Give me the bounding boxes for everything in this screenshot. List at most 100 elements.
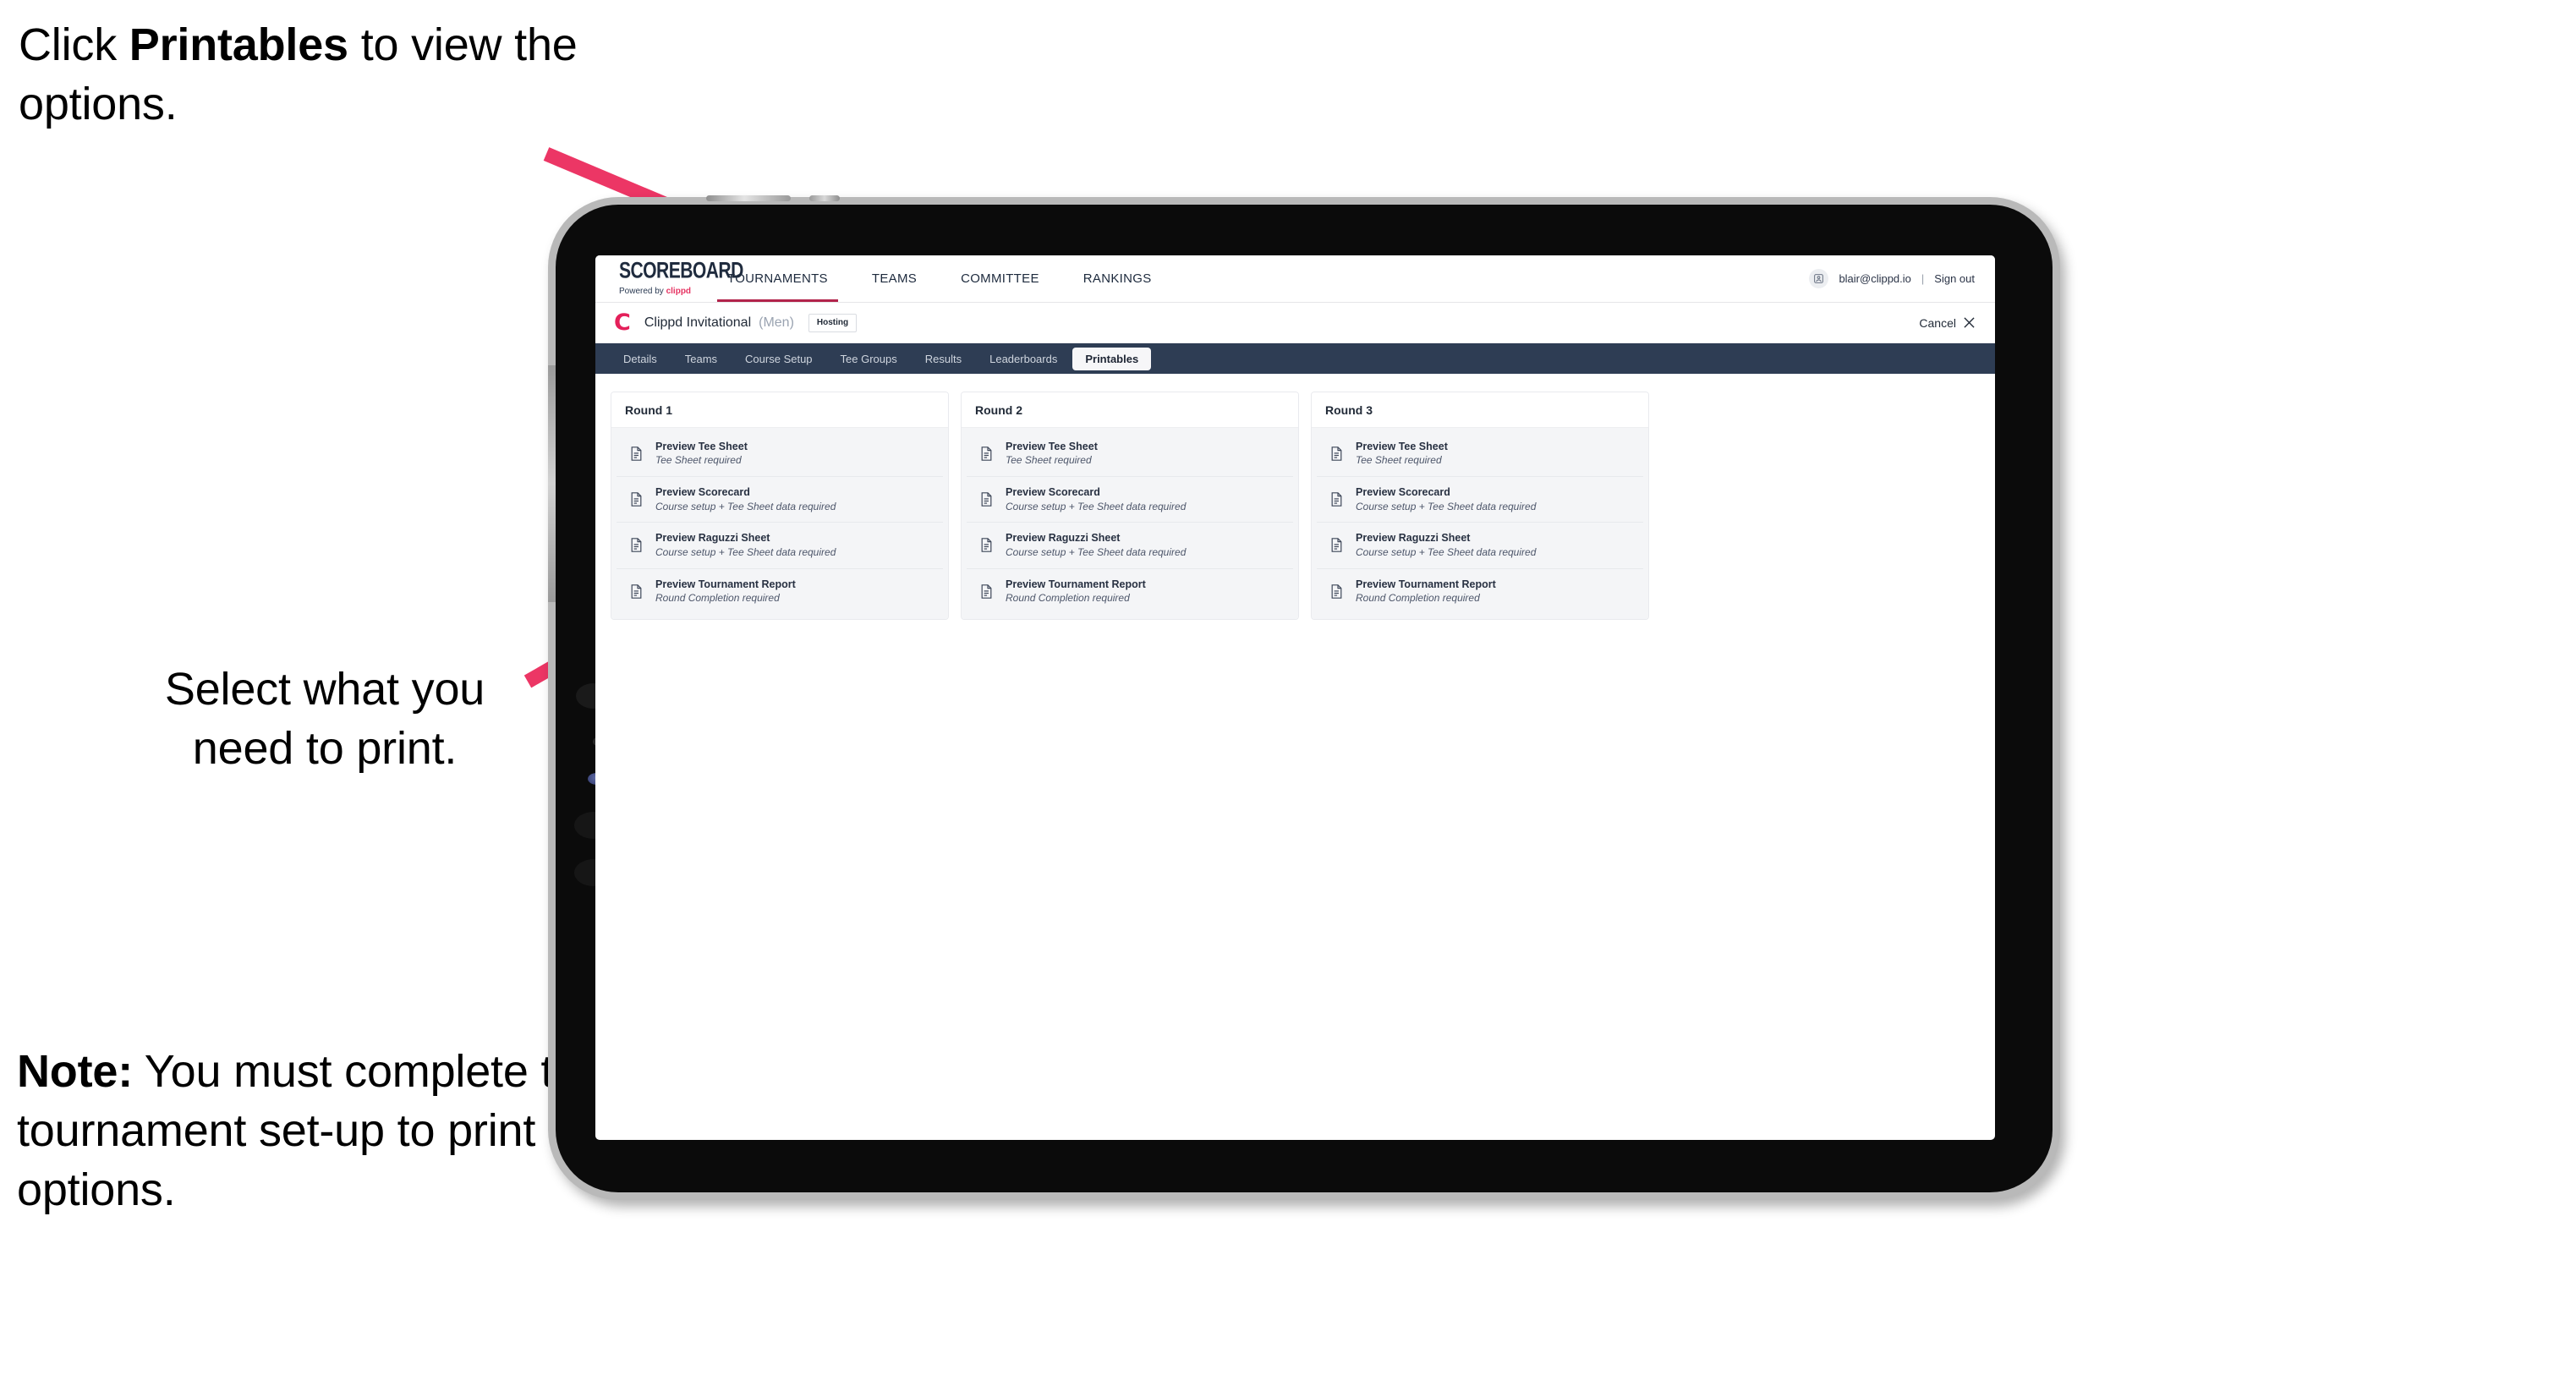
printable-requirement: Course setup + Tee Sheet data required [1356, 545, 1537, 558]
tab-printables[interactable]: Printables [1072, 347, 1152, 370]
printable-item-scorecard[interactable]: Preview Scorecard Course setup + Tee She… [617, 477, 943, 523]
printable-title: Preview Tournament Report [655, 578, 796, 590]
tab-leaderboards[interactable]: Leaderboards [977, 348, 1070, 370]
topnav-label: TOURNAMENTS [727, 271, 828, 286]
printable-title: Preview Raguzzi Sheet [1356, 532, 1471, 545]
printable-item-tournament-report[interactable]: Preview Tournament Report Round Completi… [1317, 568, 1643, 614]
printable-title: Preview Scorecard [1006, 486, 1100, 499]
user-avatar-icon[interactable] [1809, 269, 1829, 288]
printable-requirement: Round Completion required [655, 591, 780, 604]
printables-content: Round 1 Preview Tee Sheet Tee Sheet requ… [595, 374, 1995, 620]
powered-by-prefix: Powered by [619, 287, 666, 296]
document-icon [1331, 538, 1342, 553]
topnav-item-committee[interactable]: COMMITTEE [939, 255, 1061, 302]
topnav-label: RANKINGS [1082, 271, 1152, 286]
printable-item-tournament-report[interactable]: Preview Tournament Report Round Completi… [967, 568, 1293, 614]
document-icon [1331, 446, 1342, 461]
topnav-item-tournaments[interactable]: TOURNAMENTS [705, 255, 850, 302]
tournament-name: Clippd Invitational [644, 315, 752, 330]
tablet-device: SCOREBOARD Powered by clippd TOURNAMENTS… [548, 195, 2060, 1200]
printable-title: Preview Scorecard [1356, 486, 1450, 499]
printable-requirement: Round Completion required [1006, 591, 1130, 604]
printable-title: Preview Tournament Report [1356, 578, 1496, 590]
annotation-mid-line1: Select what you [164, 664, 485, 715]
round-title: Round 2 [962, 392, 1298, 428]
topnav-label: COMMITTEE [961, 271, 1039, 286]
topnav-label: TEAMS [871, 271, 918, 286]
document-icon [981, 446, 992, 461]
printable-item-raguzzi-sheet[interactable]: Preview Raguzzi Sheet Course setup + Tee… [967, 523, 1293, 569]
app-screen: SCOREBOARD Powered by clippd TOURNAMENTS… [595, 255, 1995, 1140]
device-top-speaker-slot [706, 195, 791, 201]
clippd-c-logo-icon: C [614, 310, 631, 336]
printable-title: Preview Tee Sheet [1356, 441, 1448, 452]
tab-results[interactable]: Results [913, 348, 974, 370]
printable-title: Preview Scorecard [655, 486, 750, 499]
tab-teams[interactable]: Teams [672, 348, 730, 370]
scoreboard-wordmark: SCOREBOARD [619, 257, 743, 283]
annotation-click-printables: Click Printables to view the options. [19, 15, 628, 134]
printable-item-scorecard[interactable]: Preview Scorecard Course setup + Tee She… [1317, 477, 1643, 523]
round-items: Preview Tee Sheet Tee Sheet required Pre… [962, 428, 1298, 619]
printable-title: Preview Raguzzi Sheet [1006, 532, 1121, 545]
printable-requirement: Course setup + Tee Sheet data required [1006, 500, 1187, 512]
tournament-gender-label: (Men) [759, 315, 794, 330]
annotation-note-bold: Note: [17, 1046, 133, 1097]
printable-item-tee-sheet[interactable]: Preview Tee Sheet Tee Sheet required [1317, 431, 1643, 478]
sign-out-link[interactable]: Sign out [1934, 272, 1975, 285]
round-card: Round 3 Preview Tee Sheet Tee Sheet requ… [1311, 392, 1649, 620]
round-items: Preview Tee Sheet Tee Sheet required Pre… [611, 428, 948, 619]
cancel-button[interactable]: Cancel [1919, 316, 1975, 330]
round-card: Round 2 Preview Tee Sheet Tee Sheet requ… [961, 392, 1299, 620]
printable-requirement: Course setup + Tee Sheet data required [1356, 500, 1537, 512]
printable-requirement: Course setup + Tee Sheet data required [1006, 545, 1187, 558]
printable-title: Preview Tee Sheet [655, 441, 748, 452]
user-email-label: blair@clippd.io [1839, 272, 1911, 285]
printable-item-tee-sheet[interactable]: Preview Tee Sheet Tee Sheet required [617, 431, 943, 478]
device-left-rail [548, 365, 556, 602]
status-badge: Hosting [808, 313, 858, 332]
top-navigation-bar: SCOREBOARD Powered by clippd TOURNAMENTS… [595, 255, 1995, 303]
document-icon [981, 492, 992, 507]
topnav-item-teams[interactable]: TEAMS [850, 255, 939, 302]
clippd-brand-text: clippd [666, 287, 692, 296]
document-icon [631, 446, 642, 461]
powered-by-label: Powered by clippd [619, 287, 705, 296]
close-icon [1964, 317, 1975, 328]
cancel-label: Cancel [1919, 315, 1956, 330]
document-icon [981, 583, 992, 599]
topnav-item-rankings[interactable]: RANKINGS [1061, 255, 1174, 302]
printable-requirement: Round Completion required [1356, 591, 1480, 604]
printable-title: Preview Raguzzi Sheet [655, 532, 770, 545]
printable-item-tournament-report[interactable]: Preview Tournament Report Round Completi… [617, 568, 943, 614]
printable-title: Preview Tee Sheet [1006, 441, 1098, 452]
round-card: Round 1 Preview Tee Sheet Tee Sheet requ… [611, 392, 949, 620]
top-nav-items: TOURNAMENTS TEAMS COMMITTEE RANKINGS [705, 255, 1174, 302]
printable-item-raguzzi-sheet[interactable]: Preview Raguzzi Sheet Course setup + Tee… [617, 523, 943, 569]
printable-item-tee-sheet[interactable]: Preview Tee Sheet Tee Sheet required [967, 431, 1293, 478]
round-items: Preview Tee Sheet Tee Sheet required Pre… [1312, 428, 1648, 619]
tab-course-setup[interactable]: Course Setup [732, 348, 825, 370]
tab-tee-groups[interactable]: Tee Groups [828, 348, 910, 370]
round-title: Round 1 [611, 392, 948, 428]
tournament-header-bar: C Clippd Invitational (Men) Hosting Canc… [595, 303, 1995, 343]
annotation-select-to-print: Select what you need to print. [29, 660, 621, 778]
printable-requirement: Course setup + Tee Sheet data required [655, 500, 836, 512]
document-icon [631, 538, 642, 553]
printable-title: Preview Tournament Report [1006, 578, 1146, 590]
section-tab-bar: Details Teams Course Setup Tee Groups Re… [595, 343, 1995, 374]
account-separator: | [1921, 272, 1925, 285]
device-top-sensor-slot [809, 195, 840, 201]
printable-item-raguzzi-sheet[interactable]: Preview Raguzzi Sheet Course setup + Tee… [1317, 523, 1643, 569]
document-icon [981, 538, 992, 553]
tab-details[interactable]: Details [611, 348, 670, 370]
document-icon [1331, 583, 1342, 599]
scoreboard-logo[interactable]: SCOREBOARD Powered by clippd [595, 255, 743, 302]
printable-item-scorecard[interactable]: Preview Scorecard Course setup + Tee She… [967, 477, 1293, 523]
round-title: Round 3 [1312, 392, 1648, 428]
document-icon [1331, 492, 1342, 507]
document-icon [631, 492, 642, 507]
annotation-top-pre: Click [19, 19, 129, 70]
printable-requirement: Tee Sheet required [1356, 454, 1442, 467]
printable-requirement: Course setup + Tee Sheet data required [655, 545, 836, 558]
